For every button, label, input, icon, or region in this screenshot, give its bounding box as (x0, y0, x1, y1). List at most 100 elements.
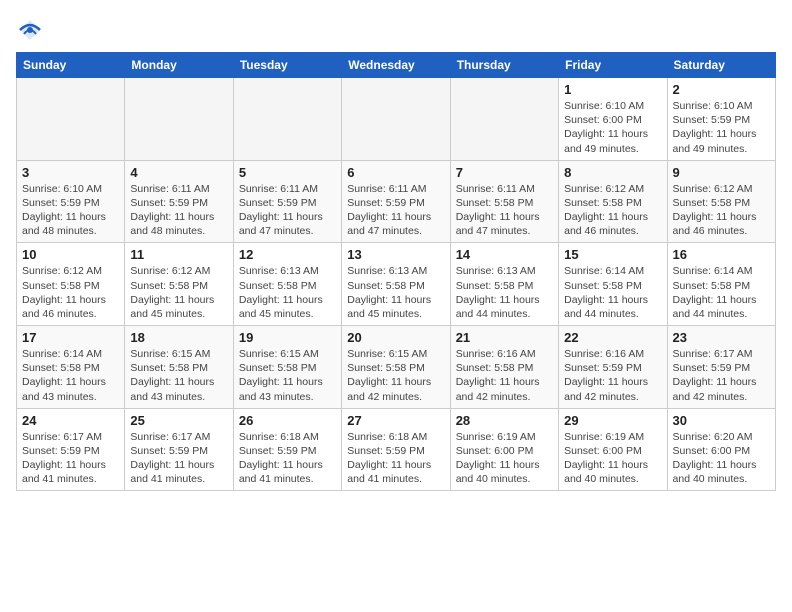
day-number: 8 (564, 165, 661, 180)
day-number: 1 (564, 82, 661, 97)
day-number: 2 (673, 82, 770, 97)
calendar-header-row: SundayMondayTuesdayWednesdayThursdayFrid… (17, 53, 776, 78)
day-info: Sunrise: 6:12 AMSunset: 5:58 PMDaylight:… (673, 182, 770, 239)
day-info: Sunrise: 6:15 AMSunset: 5:58 PMDaylight:… (130, 347, 227, 404)
calendar-week-row: 3Sunrise: 6:10 AMSunset: 5:59 PMDaylight… (17, 160, 776, 243)
day-info: Sunrise: 6:14 AMSunset: 5:58 PMDaylight:… (673, 264, 770, 321)
day-info: Sunrise: 6:10 AMSunset: 5:59 PMDaylight:… (673, 99, 770, 156)
col-header-sunday: Sunday (17, 53, 125, 78)
day-number: 28 (456, 413, 553, 428)
calendar-day-13: 13 Sunrise: 6:13 AMSunset: 5:58 PMDayligh… (342, 243, 450, 326)
day-number: 21 (456, 330, 553, 345)
calendar-day-28: 28 Sunrise: 6:19 AMSunset: 6:00 PMDayligh… (450, 408, 558, 491)
day-number: 20 (347, 330, 444, 345)
calendar-week-row: 17 Sunrise: 6:14 AMSunset: 5:58 PMDayligh… (17, 326, 776, 409)
calendar-day-18: 18 Sunrise: 6:15 AMSunset: 5:58 PMDayligh… (125, 326, 233, 409)
calendar-day-empty (233, 78, 341, 161)
calendar-day-8: 8 Sunrise: 6:12 AMSunset: 5:58 PMDaylight… (559, 160, 667, 243)
calendar-day-22: 22 Sunrise: 6:16 AMSunset: 5:59 PMDayligh… (559, 326, 667, 409)
day-number: 27 (347, 413, 444, 428)
day-number: 23 (673, 330, 770, 345)
calendar-day-20: 20 Sunrise: 6:15 AMSunset: 5:58 PMDayligh… (342, 326, 450, 409)
day-number: 13 (347, 247, 444, 262)
day-info: Sunrise: 6:12 AMSunset: 5:58 PMDaylight:… (130, 264, 227, 321)
logo-icon (16, 16, 44, 44)
day-info: Sunrise: 6:15 AMSunset: 5:58 PMDaylight:… (239, 347, 336, 404)
calendar-day-1: 1 Sunrise: 6:10 AMSunset: 6:00 PMDaylight… (559, 78, 667, 161)
day-info: Sunrise: 6:15 AMSunset: 5:58 PMDaylight:… (347, 347, 444, 404)
calendar-day-23: 23 Sunrise: 6:17 AMSunset: 5:59 PMDayligh… (667, 326, 775, 409)
day-info: Sunrise: 6:13 AMSunset: 5:58 PMDaylight:… (347, 264, 444, 321)
calendar-day-11: 11 Sunrise: 6:12 AMSunset: 5:58 PMDayligh… (125, 243, 233, 326)
page-header (16, 16, 776, 44)
calendar-day-10: 10 Sunrise: 6:12 AMSunset: 5:58 PMDayligh… (17, 243, 125, 326)
day-info: Sunrise: 6:13 AMSunset: 5:58 PMDaylight:… (239, 264, 336, 321)
day-info: Sunrise: 6:20 AMSunset: 6:00 PMDaylight:… (673, 430, 770, 487)
day-number: 12 (239, 247, 336, 262)
day-number: 10 (22, 247, 119, 262)
day-number: 17 (22, 330, 119, 345)
calendar-day-empty (342, 78, 450, 161)
calendar-week-row: 10 Sunrise: 6:12 AMSunset: 5:58 PMDayligh… (17, 243, 776, 326)
calendar-day-empty (125, 78, 233, 161)
calendar-day-9: 9 Sunrise: 6:12 AMSunset: 5:58 PMDaylight… (667, 160, 775, 243)
day-number: 11 (130, 247, 227, 262)
calendar-week-row: 1 Sunrise: 6:10 AMSunset: 6:00 PMDaylight… (17, 78, 776, 161)
day-number: 14 (456, 247, 553, 262)
day-info: Sunrise: 6:11 AMSunset: 5:58 PMDaylight:… (456, 182, 553, 239)
day-info: Sunrise: 6:10 AMSunset: 6:00 PMDaylight:… (564, 99, 661, 156)
day-info: Sunrise: 6:11 AMSunset: 5:59 PMDaylight:… (239, 182, 336, 239)
calendar-week-row: 24 Sunrise: 6:17 AMSunset: 5:59 PMDayligh… (17, 408, 776, 491)
day-number: 6 (347, 165, 444, 180)
day-number: 24 (22, 413, 119, 428)
day-number: 29 (564, 413, 661, 428)
day-info: Sunrise: 6:12 AMSunset: 5:58 PMDaylight:… (22, 264, 119, 321)
day-info: Sunrise: 6:18 AMSunset: 5:59 PMDaylight:… (239, 430, 336, 487)
day-number: 16 (673, 247, 770, 262)
day-info: Sunrise: 6:17 AMSunset: 5:59 PMDaylight:… (673, 347, 770, 404)
day-number: 4 (130, 165, 227, 180)
day-number: 30 (673, 413, 770, 428)
day-number: 18 (130, 330, 227, 345)
calendar-day-21: 21 Sunrise: 6:16 AMSunset: 5:58 PMDayligh… (450, 326, 558, 409)
day-number: 7 (456, 165, 553, 180)
col-header-friday: Friday (559, 53, 667, 78)
day-info: Sunrise: 6:17 AMSunset: 5:59 PMDaylight:… (130, 430, 227, 487)
col-header-tuesday: Tuesday (233, 53, 341, 78)
calendar-day-empty (17, 78, 125, 161)
day-info: Sunrise: 6:17 AMSunset: 5:59 PMDaylight:… (22, 430, 119, 487)
day-number: 3 (22, 165, 119, 180)
calendar-day-15: 15 Sunrise: 6:14 AMSunset: 5:58 PMDayligh… (559, 243, 667, 326)
calendar-day-7: 7 Sunrise: 6:11 AMSunset: 5:58 PMDaylight… (450, 160, 558, 243)
day-number: 26 (239, 413, 336, 428)
col-header-wednesday: Wednesday (342, 53, 450, 78)
calendar-day-5: 5Sunrise: 6:11 AMSunset: 5:59 PMDaylight… (233, 160, 341, 243)
day-info: Sunrise: 6:16 AMSunset: 5:58 PMDaylight:… (456, 347, 553, 404)
calendar-day-2: 2 Sunrise: 6:10 AMSunset: 5:59 PMDaylight… (667, 78, 775, 161)
day-number: 22 (564, 330, 661, 345)
logo (16, 16, 48, 44)
calendar-day-30: 30 Sunrise: 6:20 AMSunset: 6:00 PMDayligh… (667, 408, 775, 491)
day-info: Sunrise: 6:14 AMSunset: 5:58 PMDaylight:… (22, 347, 119, 404)
calendar-day-4: 4 Sunrise: 6:11 AMSunset: 5:59 PMDaylight… (125, 160, 233, 243)
day-info: Sunrise: 6:13 AMSunset: 5:58 PMDaylight:… (456, 264, 553, 321)
calendar-day-25: 25Sunrise: 6:17 AMSunset: 5:59 PMDayligh… (125, 408, 233, 491)
day-number: 9 (673, 165, 770, 180)
calendar-day-19: 19 Sunrise: 6:15 AMSunset: 5:58 PMDayligh… (233, 326, 341, 409)
day-info: Sunrise: 6:11 AMSunset: 5:59 PMDaylight:… (130, 182, 227, 239)
calendar-day-14: 14 Sunrise: 6:13 AMSunset: 5:58 PMDayligh… (450, 243, 558, 326)
calendar-day-3: 3Sunrise: 6:10 AMSunset: 5:59 PMDaylight… (17, 160, 125, 243)
day-number: 19 (239, 330, 336, 345)
day-number: 15 (564, 247, 661, 262)
calendar-day-6: 6Sunrise: 6:11 AMSunset: 5:59 PMDaylight… (342, 160, 450, 243)
calendar-day-24: 24 Sunrise: 6:17 AMSunset: 5:59 PMDayligh… (17, 408, 125, 491)
day-info: Sunrise: 6:16 AMSunset: 5:59 PMDaylight:… (564, 347, 661, 404)
day-info: Sunrise: 6:19 AMSunset: 6:00 PMDaylight:… (564, 430, 661, 487)
calendar-day-empty (450, 78, 558, 161)
day-info: Sunrise: 6:12 AMSunset: 5:58 PMDaylight:… (564, 182, 661, 239)
day-info: Sunrise: 6:19 AMSunset: 6:00 PMDaylight:… (456, 430, 553, 487)
col-header-thursday: Thursday (450, 53, 558, 78)
day-info: Sunrise: 6:14 AMSunset: 5:58 PMDaylight:… (564, 264, 661, 321)
col-header-monday: Monday (125, 53, 233, 78)
calendar-day-16: 16 Sunrise: 6:14 AMSunset: 5:58 PMDayligh… (667, 243, 775, 326)
